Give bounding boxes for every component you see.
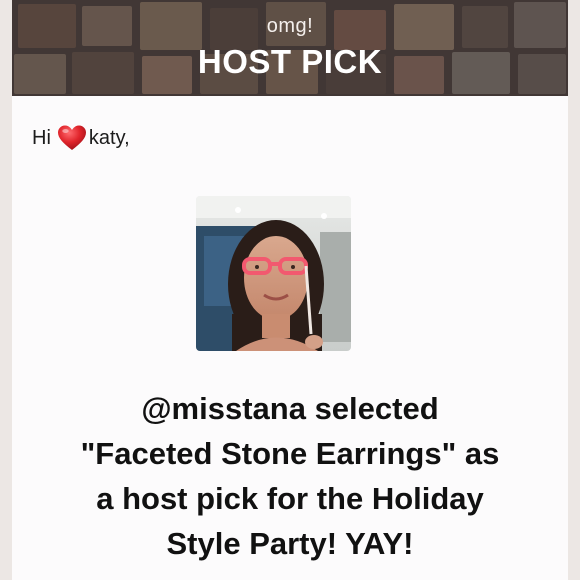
banner-subtitle: omg!	[266, 15, 314, 37]
message-line: a host pick for the Holiday	[96, 481, 484, 516]
heart-icon	[57, 124, 87, 152]
screen: omg! HOST PICK Hi katy, @misstana select…	[0, 0, 580, 580]
greeting-username: katy,	[88, 126, 130, 149]
message-line: "Faceted Stone Earrings" as	[80, 436, 500, 471]
host-pick-banner: omg! HOST PICK	[12, 0, 568, 96]
greeting-hi: Hi	[32, 126, 51, 149]
message-line: Style Party! YAY!	[166, 526, 414, 561]
message-line: @misstana selected	[141, 391, 439, 426]
banner-title: HOST PICK	[197, 43, 383, 80]
notification-card: omg! HOST PICK Hi katy, @misstana select…	[12, 0, 568, 580]
greeting: Hi katy,	[32, 124, 130, 152]
host-avatar[interactable]	[196, 196, 351, 351]
host-profile-photo	[196, 196, 351, 351]
host-pick-message: @misstana selected "Faceted Stone Earrin…	[22, 386, 558, 566]
